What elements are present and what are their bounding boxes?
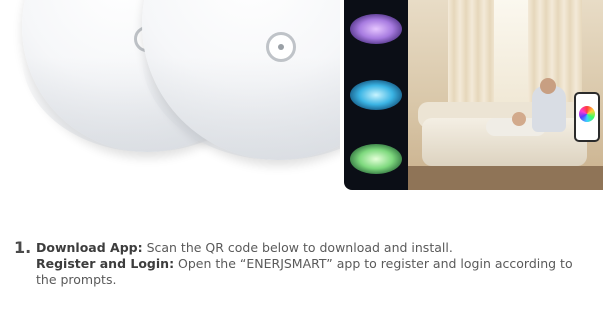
- register-line: Register and Login: Open the “ENERJSMART…: [36, 256, 594, 288]
- ceiling-light-fixtures-image: [0, 0, 340, 190]
- color-wheel-icon: [579, 106, 595, 122]
- step-number: 1.: [14, 238, 32, 257]
- green-light-variant: [350, 144, 402, 174]
- floor: [408, 166, 603, 190]
- smartphone-app-icon: [574, 92, 600, 142]
- download-label: Download App:: [36, 240, 143, 255]
- step-body: Download App: Scan the QR code below to …: [36, 240, 594, 288]
- download-line: Download App: Scan the QR code below to …: [36, 240, 594, 256]
- product-hero: [0, 0, 603, 190]
- man-head: [540, 78, 556, 94]
- fixture-hub-icon: [266, 32, 296, 62]
- download-text: Scan the QR code below to download and i…: [142, 240, 453, 255]
- woman-head: [512, 112, 526, 126]
- purple-light-variant: [350, 14, 402, 44]
- register-label: Register and Login:: [36, 256, 175, 271]
- setup-instructions: 1. Download App: Scan the QR code below …: [14, 240, 594, 288]
- living-room-scene-image: [408, 0, 603, 190]
- cyan-light-variant: [350, 80, 402, 110]
- step-1: 1. Download App: Scan the QR code below …: [14, 240, 594, 288]
- color-variants-strip: [344, 0, 408, 190]
